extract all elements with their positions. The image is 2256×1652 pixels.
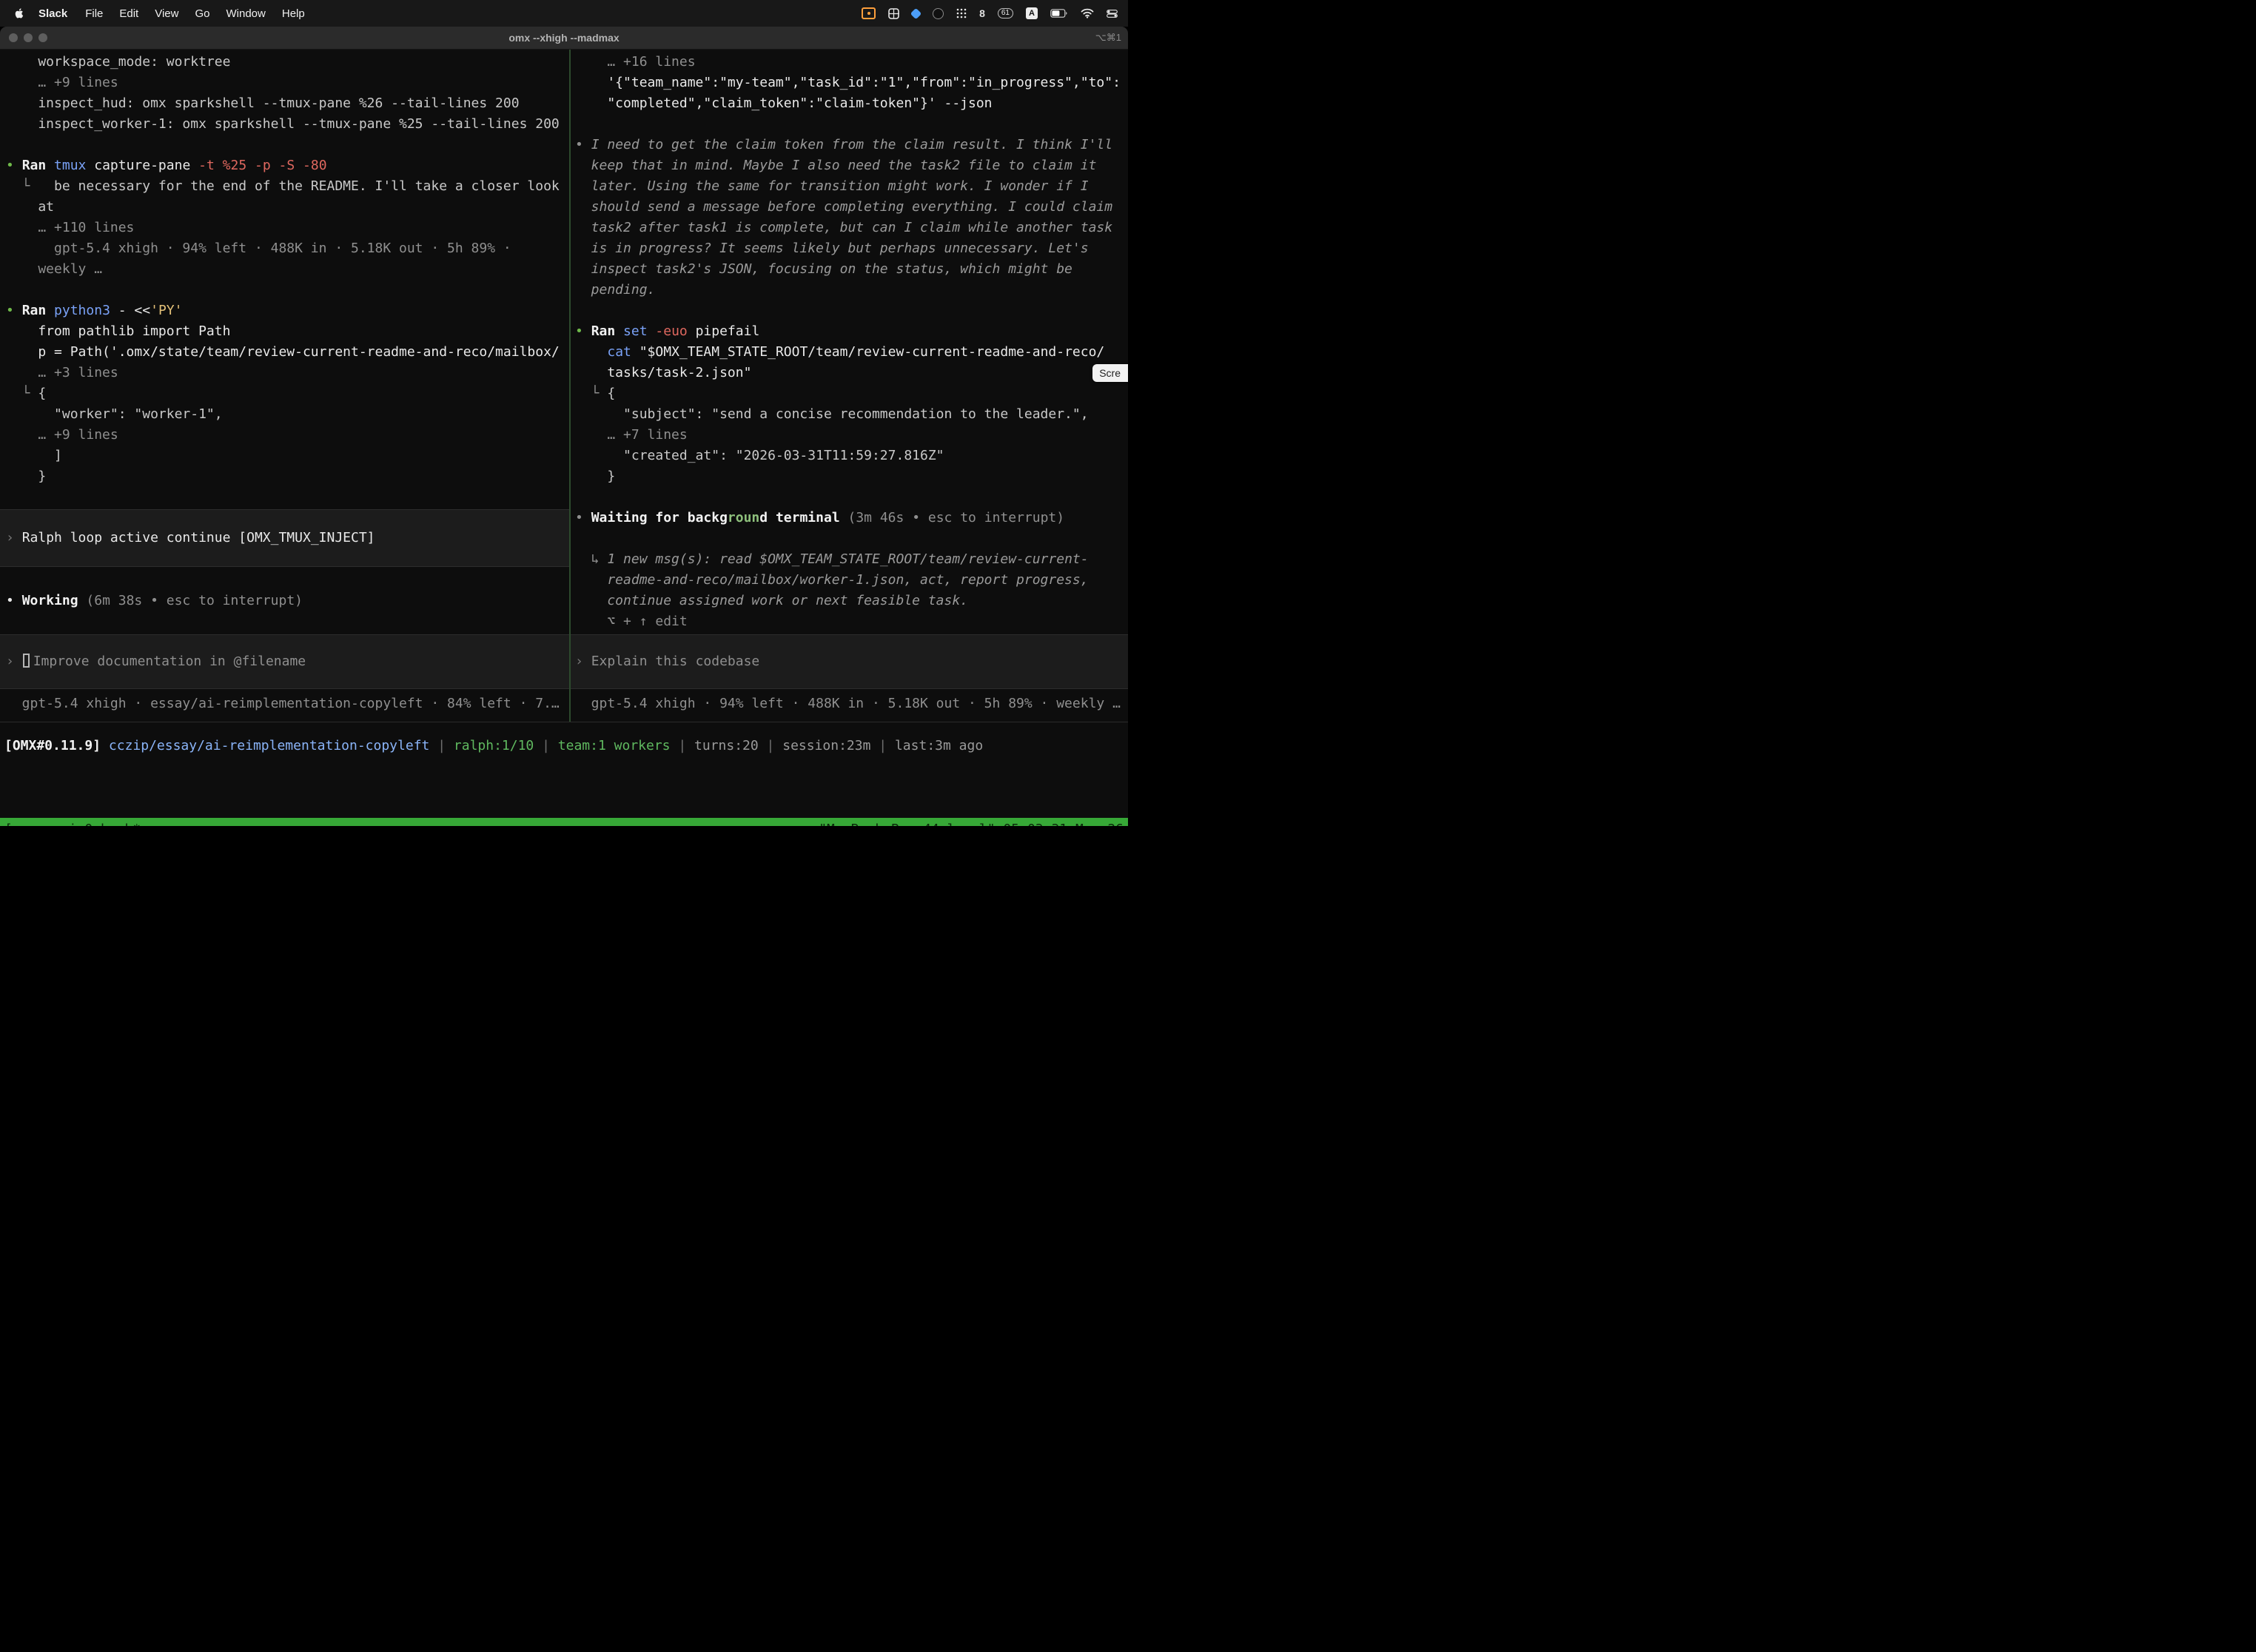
terminal-line: ] <box>0 446 569 466</box>
terminal-line: inspect_hud: omx sparkshell --tmux-pane … <box>0 93 569 114</box>
terminal-line: workspace_mode: worktree <box>0 52 569 73</box>
battery-percent-badge[interactable]: 61 <box>998 8 1013 19</box>
menu-item-file[interactable]: File <box>77 7 111 20</box>
terminal-line: "worker": "worker-1", <box>0 404 569 425</box>
apple-menu-icon[interactable] <box>13 7 26 20</box>
terminal-line: └ be necessary for the end of the README… <box>0 176 569 197</box>
terminal-window: omx --xhigh --madmax ⌥⌘1 workspace_mode:… <box>0 27 1128 826</box>
terminal-line: weekly … <box>0 259 569 280</box>
tmux-status-bar: [omx-cczip0:bash* "MacBook-Pro-44.local"… <box>0 818 1128 826</box>
ghostty-icon[interactable] <box>933 8 944 19</box>
menu-item-slack[interactable]: Slack <box>30 7 77 20</box>
menu-bar-status-icons: 8 61 A <box>862 7 1121 19</box>
app-menus: SlackFileEditViewGoWindowHelp <box>30 7 313 20</box>
terminal-line <box>571 114 1128 135</box>
terminal-line <box>571 528 1128 549</box>
pane-status-line: gpt-5.4 xhigh · 94% left · 488K in · 5.1… <box>571 694 1128 714</box>
tmux-session-label: [omx-cczip0:bash* <box>4 822 141 827</box>
terminal-line: should send a message before completing … <box>571 197 1128 218</box>
menu-item-window[interactable]: Window <box>218 7 274 20</box>
composer-input-left[interactable]: › Improve documentation in @filename <box>0 634 569 689</box>
menu-item-view[interactable]: View <box>147 7 187 20</box>
menu-item-go[interactable]: Go <box>187 7 218 20</box>
terminal-line: inspect task2's JSON, focusing on the st… <box>571 259 1128 280</box>
pane-status-line: gpt-5.4 xhigh · essay/ai-reimplementatio… <box>0 694 569 714</box>
terminal-line: task2 after task1 is complete, but can I… <box>571 218 1128 238</box>
queued-prompt[interactable]: › Ralph loop active continue [OMX_TMUX_I… <box>0 509 569 567</box>
terminal-line: └ { <box>0 383 569 404</box>
terminal-pane-left[interactable]: workspace_mode: worktree … +9 lines insp… <box>0 50 569 722</box>
window-shortcut-badge: ⌥⌘1 <box>1095 32 1121 44</box>
terminal-line: } <box>571 466 1128 487</box>
terminal-line: ⌥ + ↑ edit <box>571 611 1128 632</box>
input-source-icon[interactable]: A <box>1026 7 1038 19</box>
terminal-line: … +16 lines <box>571 52 1128 73</box>
window-manager-icon[interactable] <box>888 8 899 19</box>
terminal-line: is in progress? It seems likely but perh… <box>571 238 1128 259</box>
terminal-line: • Ran python3 - <<'PY' <box>0 300 569 321</box>
terminal-line: keep that in mind. Maybe I also need the… <box>571 155 1128 176</box>
menu-bar: SlackFileEditViewGoWindowHelp 8 61 A <box>0 0 1128 27</box>
figure-eight-icon[interactable]: 8 <box>979 8 985 19</box>
menu-item-edit[interactable]: Edit <box>111 7 147 20</box>
menu-item-help[interactable]: Help <box>274 7 313 20</box>
tmux-panes: workspace_mode: worktree … +9 lines insp… <box>0 50 1128 722</box>
terminal-line: at <box>0 197 569 218</box>
text-cursor <box>23 654 30 668</box>
terminal-line: pending. <box>571 280 1128 300</box>
terminal-pane-right[interactable]: … +16 lines '{"team_name":"my-team","tas… <box>571 50 1128 722</box>
terminal-line <box>0 135 569 155</box>
terminal-line <box>571 300 1128 321</box>
terminal-line: • I need to get the claim token from the… <box>571 135 1128 155</box>
terminal-line: • Waiting for background terminal (3m 46… <box>571 508 1128 528</box>
omx-hud-area: [OMX#0.11.9] cczip/essay/ai-reimplementa… <box>0 736 1128 818</box>
screen-recording-icon[interactable] <box>862 7 876 19</box>
terminal-line: } <box>0 466 569 487</box>
terminal-line: cat "$OMX_TEAM_STATE_ROOT/team/review-cu… <box>571 342 1128 363</box>
terminal-line: later. Using the same for transition mig… <box>571 176 1128 197</box>
omx-status-line: [OMX#0.11.9] cczip/essay/ai-reimplementa… <box>0 736 1128 756</box>
terminal-line: └ { <box>571 383 1128 404</box>
window-title: omx --xhigh --madmax <box>0 32 1128 44</box>
terminal-line: … +110 lines <box>0 218 569 238</box>
terminal-line: "subject": "send a concise recommendatio… <box>571 404 1128 425</box>
composer-input-right[interactable]: › Explain this codebase <box>571 634 1128 689</box>
terminal-line: ↳ 1 new msg(s): read $OMX_TEAM_STATE_ROO… <box>571 549 1128 570</box>
terminal-line: "created_at": "2026-03-31T11:59:27.816Z" <box>571 446 1128 466</box>
terminal-line: "completed","claim_token":"claim-token"}… <box>571 93 1128 114</box>
terminal-line: p = Path('.omx/state/team/review-current… <box>0 342 569 363</box>
terminal-line: … +9 lines <box>0 425 569 446</box>
dots-grid-icon[interactable] <box>956 8 967 19</box>
terminal-line: readme-and-reco/mailbox/worker-1.json, a… <box>571 570 1128 591</box>
terminal-line: • Working (6m 38s • esc to interrupt) <box>0 591 569 611</box>
screen-capture-tooltip: Scre <box>1092 364 1128 382</box>
terminal-line: gpt-5.4 xhigh · 94% left · 488K in · 5.1… <box>0 238 569 259</box>
terminal-line <box>0 280 569 300</box>
terminal-line: … +9 lines <box>0 73 569 93</box>
terminal-line: … +7 lines <box>571 425 1128 446</box>
terminal-line: • Ran set -euo pipefail <box>571 321 1128 342</box>
desktop: SlackFileEditViewGoWindowHelp 8 61 A <box>0 0 1128 826</box>
raycast-icon[interactable] <box>912 10 920 18</box>
terminal-line: from pathlib import Path <box>0 321 569 342</box>
terminal-line: • Ran tmux capture-pane -t %25 -p -S -80 <box>0 155 569 176</box>
terminal-line: continue assigned work or next feasible … <box>571 591 1128 611</box>
tmux-host-clock: "MacBook-Pro-44.local" 05:03 31-Mar-26 <box>819 822 1124 827</box>
terminal-line: inspect_worker-1: omx sparkshell --tmux-… <box>0 114 569 135</box>
terminal-line <box>571 487 1128 508</box>
battery-icon[interactable] <box>1050 9 1068 18</box>
window-titlebar[interactable]: omx --xhigh --madmax ⌥⌘1 <box>0 27 1128 50</box>
terminal-line: '{"team_name":"my-team","task_id":"1","f… <box>571 73 1128 93</box>
terminal-line: tasks/task-2.json" <box>571 363 1128 383</box>
wifi-icon[interactable] <box>1081 8 1094 19</box>
terminal-line: … +3 lines <box>0 363 569 383</box>
control-center-icon[interactable] <box>1107 10 1118 18</box>
